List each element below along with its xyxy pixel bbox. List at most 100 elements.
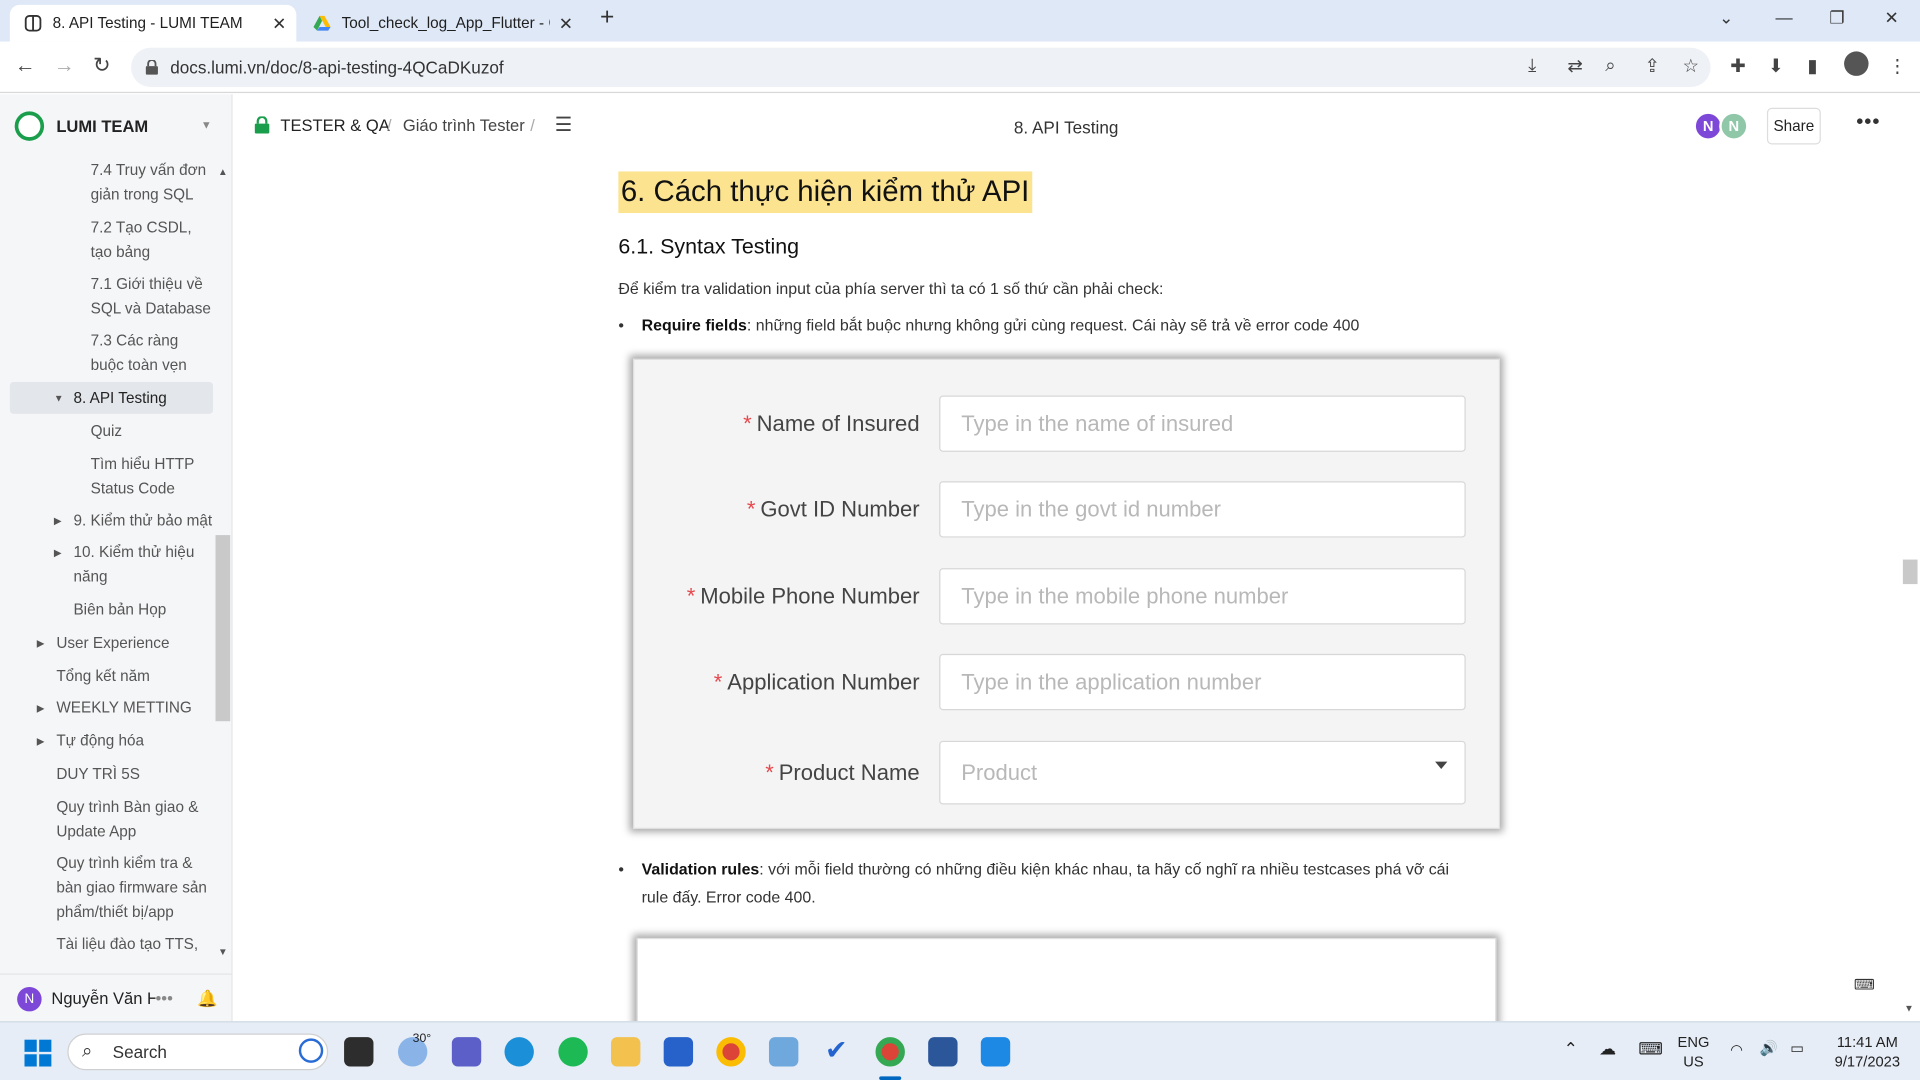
sidebar-item[interactable]: 7.1 Giới thiệu về SQL và Database: [91, 272, 213, 321]
sidebar-item[interactable]: 7.3 Các ràng buộc toàn vẹn: [91, 328, 213, 377]
sidebar-item[interactable]: Tìm hiểu HTTP Status Code: [91, 452, 201, 501]
sidebar-item[interactable]: 7.4 Truy vấn đơn giản trong SQL: [91, 158, 213, 207]
volume-icon[interactable]: 🔊: [1760, 1038, 1778, 1058]
chevron-down-icon[interactable]: ▼: [201, 119, 212, 131]
tab-tool-check-log[interactable]: Tool_check_log_App_Flutter - Go ✕: [299, 5, 583, 42]
active-app-indicator: [879, 1076, 902, 1080]
chevron-up-icon[interactable]: ⌃: [1564, 1038, 1578, 1058]
language-indicator[interactable]: ENG US: [1675, 1032, 1712, 1071]
maximize-icon[interactable]: ❐: [1829, 7, 1844, 28]
share-button[interactable]: Share: [1766, 107, 1821, 145]
taskbar: ⌕ Search 30° ✔ ⌃ ☁ ⌨ ENG US ◠ 🔊 ▭ 11:41 A…: [0, 1021, 1920, 1080]
keyboard-icon[interactable]: ⌨: [1638, 1038, 1663, 1058]
teams-icon[interactable]: [451, 1037, 482, 1067]
share-page-icon[interactable]: ⇪: [1644, 55, 1659, 77]
caret-down-icon[interactable]: ▼: [54, 393, 64, 404]
sidebar-item[interactable]: 9. Kiểm thử bảo mật: [73, 508, 212, 532]
sidebar-item[interactable]: DUY TRÌ 5S: [56, 762, 140, 786]
sidebar-item[interactable]: WEEKLY METTING: [56, 696, 192, 720]
sidebar-item[interactable]: 10. Kiểm thử hiệu năng: [73, 540, 202, 589]
workspace-switcher[interactable]: LUMI TEAM: [14, 111, 148, 141]
avatar[interactable]: N: [1719, 111, 1749, 141]
close-tab-icon[interactable]: ✕: [559, 13, 573, 34]
chrome-active-icon[interactable]: [875, 1037, 905, 1067]
address-bar[interactable]: docs.lumi.vn/doc/8-api-testing-4QCaDKuzo…: [131, 47, 1711, 87]
app-icon[interactable]: [980, 1037, 1011, 1067]
form-row: * Mobile Phone Number Type in the mobile …: [634, 568, 1501, 625]
caret-right-icon[interactable]: ▶: [54, 516, 62, 527]
onedrive-icon[interactable]: ☁: [1599, 1038, 1616, 1058]
table-of-contents-icon[interactable]: ☰: [555, 113, 573, 137]
downloads-icon[interactable]: ⬇: [1768, 55, 1783, 77]
todo-icon[interactable]: ✔: [821, 1037, 852, 1067]
bell-icon[interactable]: 🔔: [197, 989, 218, 1009]
sidebar-item[interactable]: Quiz: [91, 419, 122, 443]
minimize-icon[interactable]: —: [1776, 7, 1793, 27]
forward-icon[interactable]: →: [54, 54, 75, 78]
user-menu[interactable]: N Nguyễn Văn H ••• 🔔: [0, 973, 233, 1022]
content-scrollbar[interactable]: [1900, 157, 1920, 1022]
wifi-icon[interactable]: ◠: [1730, 1040, 1743, 1060]
close-window-icon[interactable]: ✕: [1884, 7, 1898, 28]
sidebar-scrollbar[interactable]: [215, 162, 231, 958]
extensions-icon[interactable]: ✚: [1730, 55, 1745, 77]
task-view-icon[interactable]: [344, 1037, 374, 1067]
close-tab-icon[interactable]: ✕: [272, 13, 286, 34]
caret-right-icon[interactable]: ▶: [54, 547, 62, 558]
browser-toolbar: ← → ↻ docs.lumi.vn/doc/8-api-testing-4QC…: [0, 41, 1920, 94]
back-icon[interactable]: ←: [15, 54, 36, 78]
bullet-bold: Validation rules: [641, 859, 760, 878]
scrollbar-thumb[interactable]: [1902, 559, 1918, 585]
sidebar-item[interactable]: Quy trình Bàn giao & Update App: [56, 795, 209, 844]
input-placeholder: Type in the govt id number: [939, 481, 1466, 538]
word-icon[interactable]: [928, 1037, 958, 1067]
windows-start-icon[interactable]: [24, 1039, 52, 1067]
more-options-icon[interactable]: •••: [1856, 111, 1880, 133]
caret-right-icon[interactable]: ▶: [37, 736, 45, 747]
reload-icon[interactable]: ↻: [93, 54, 110, 78]
bookmark-star-icon[interactable]: ☆: [1682, 55, 1698, 77]
tab-api-testing[interactable]: 8. API Testing - LUMI TEAM ✕: [9, 4, 297, 42]
sidebar-item-api-testing[interactable]: 8. API Testing: [73, 386, 166, 410]
sidebar-item[interactable]: Tự động hóa: [56, 729, 144, 753]
user-name: Nguyễn Văn H: [51, 989, 156, 1008]
clock[interactable]: 11:41 AM 9/17/2023: [1824, 1032, 1910, 1071]
taskbar-search[interactable]: ⌕ Search: [67, 1033, 329, 1071]
store-icon[interactable]: [663, 1037, 694, 1067]
side-panel-icon[interactable]: ▮: [1807, 55, 1817, 77]
bullet-validation-rules: • Validation rules: với mỗi field thường…: [618, 855, 1512, 916]
drive-icon: [313, 15, 331, 32]
breadcrumb-parent[interactable]: Giáo trình Tester: [403, 116, 525, 134]
sidebar-item[interactable]: Tổng kết năm: [56, 664, 150, 688]
install-icon[interactable]: ⤓: [1528, 55, 1536, 76]
ellipsis-icon: •••: [155, 989, 173, 1008]
field-label: Product Name: [778, 760, 920, 785]
profile-avatar[interactable]: [1844, 51, 1869, 80]
required-asterisk: *: [713, 669, 723, 695]
sidebar-item[interactable]: Biên bản Họp: [73, 598, 166, 622]
chrome-menu-icon[interactable]: ⋮: [1888, 55, 1906, 77]
file-explorer-icon[interactable]: [611, 1037, 641, 1067]
keyboard-shortcuts-icon[interactable]: ⌨: [1854, 976, 1875, 993]
sidebar-item[interactable]: User Experience: [56, 631, 169, 655]
sidebar-item[interactable]: 7.2 Tạo CSDL, tạo bảng: [91, 216, 213, 265]
scroll-down-icon[interactable]: ▼: [1904, 1003, 1914, 1014]
spotify-icon[interactable]: [558, 1037, 588, 1067]
tab-search-icon[interactable]: ⌄: [1719, 7, 1733, 28]
tab-title: Tool_check_log_App_Flutter - Go: [341, 14, 550, 32]
battery-icon[interactable]: ▭: [1790, 1038, 1804, 1058]
bullet-text: : những field bắt buộc nhưng không gửi c…: [746, 315, 1360, 335]
breadcrumb-collection[interactable]: TESTER & QA: [280, 116, 389, 134]
sidebar-item[interactable]: Tài liệu đào tạo TTS,: [56, 932, 213, 956]
new-tab-icon[interactable]: +: [600, 4, 614, 32]
input-placeholder: Type in the application number: [939, 653, 1466, 711]
edge-icon[interactable]: [504, 1037, 534, 1067]
sidebar-item[interactable]: Quy trình kiểm tra & bàn giao firmware s…: [56, 851, 213, 924]
translate-icon[interactable]: ⇄: [1567, 55, 1582, 77]
photos-icon[interactable]: [768, 1037, 799, 1067]
zoom-icon[interactable]: ⌕: [1605, 55, 1615, 76]
scrollbar-thumb[interactable]: [215, 535, 231, 722]
chrome-icon[interactable]: [716, 1037, 746, 1067]
caret-right-icon[interactable]: ▶: [37, 703, 45, 714]
caret-right-icon[interactable]: ▶: [37, 638, 45, 649]
